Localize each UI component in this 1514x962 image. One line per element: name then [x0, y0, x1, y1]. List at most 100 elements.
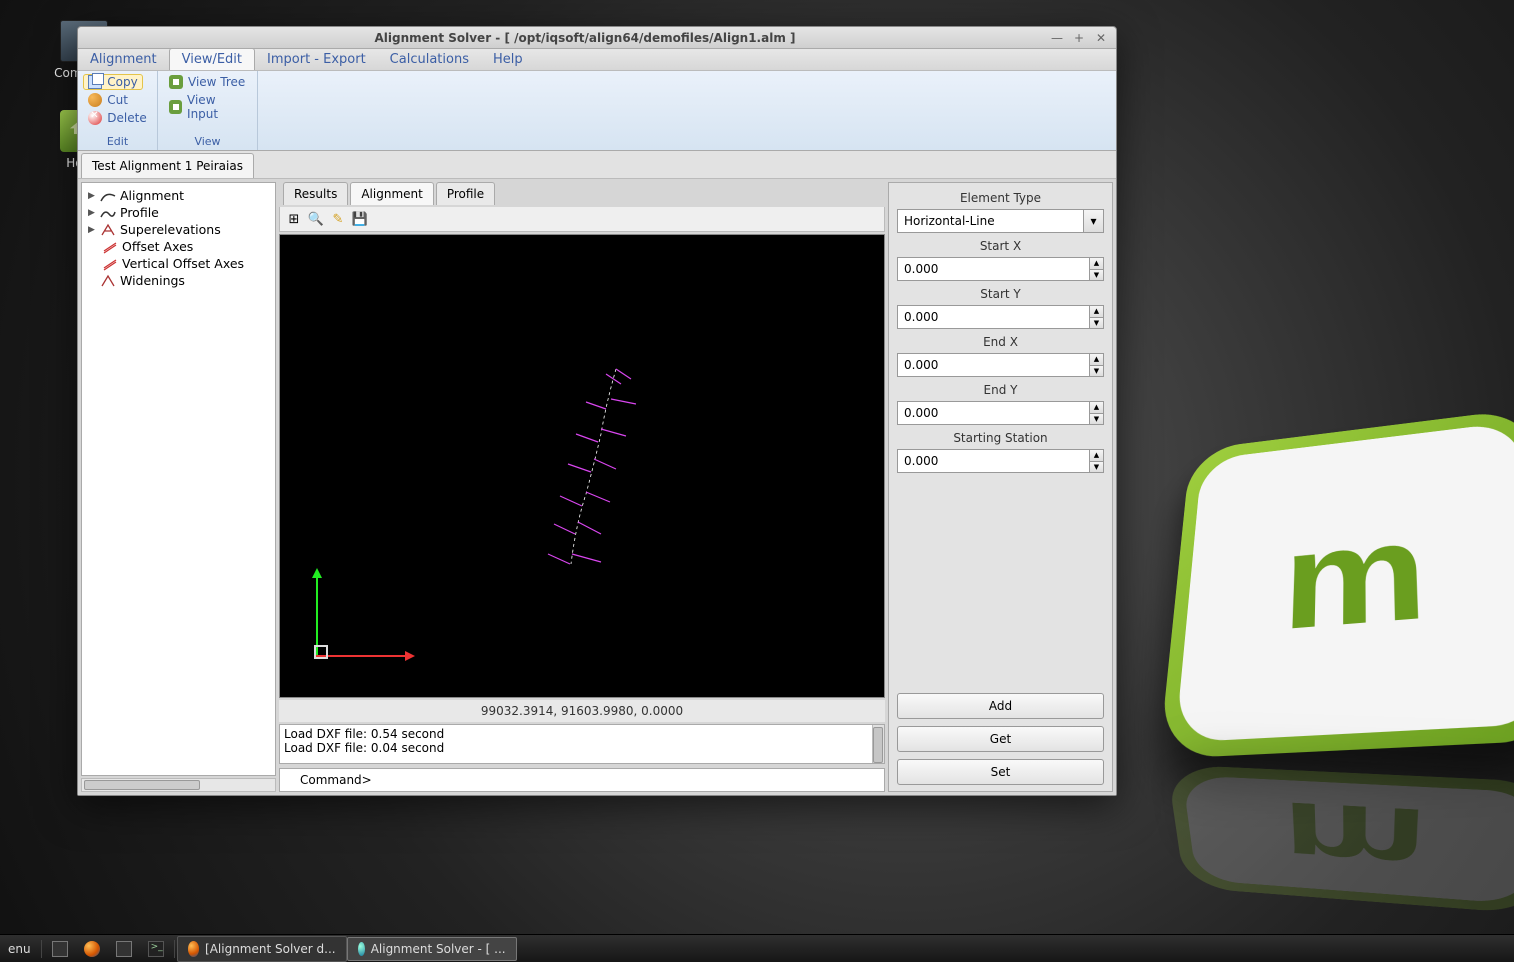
tree-icon: [169, 75, 183, 89]
zoom-icon[interactable]: 🔍: [308, 211, 324, 227]
files-launcher[interactable]: [108, 935, 140, 962]
desktop-icon: [52, 941, 68, 957]
x-axis-icon: [316, 655, 412, 657]
app-window: Alignment Solver - [ /opt/iqsoft/align64…: [77, 26, 1117, 796]
tree-superelevations[interactable]: ▶Superelevations: [82, 221, 275, 238]
menubar: Alignment View/Edit Import - Export Calc…: [78, 49, 1116, 71]
scrollbar-thumb[interactable]: [873, 727, 883, 763]
grid-icon[interactable]: ⊞: [286, 211, 302, 227]
show-desktop-button[interactable]: [44, 935, 76, 962]
edit-icon[interactable]: ✎: [330, 211, 346, 227]
ribbon-cut[interactable]: Cut: [83, 92, 133, 108]
taskbar: enu [Alignment Solver d... Alignment Sol…: [0, 934, 1514, 962]
properties-panel: Element Type Horizontal-Line ▾ Start X ▲…: [888, 182, 1113, 792]
terminal-launcher[interactable]: [140, 935, 172, 962]
offset-icon: [102, 240, 118, 254]
files-icon: [116, 941, 132, 957]
firefox-icon: [188, 941, 199, 957]
menu-import-export[interactable]: Import - Export: [255, 49, 378, 70]
ribbon: Copy Cut Delete Edit View Tree View Inpu…: [78, 71, 1116, 151]
end-y-label: End Y: [897, 383, 1104, 397]
ribbon-delete[interactable]: Delete: [83, 110, 151, 126]
end-y-input[interactable]: ▲▼: [897, 401, 1104, 425]
start-y-label: Start Y: [897, 287, 1104, 301]
end-x-input[interactable]: ▲▼: [897, 353, 1104, 377]
spinner[interactable]: ▲▼: [1089, 402, 1103, 424]
start-y-input[interactable]: ▲▼: [897, 305, 1104, 329]
tree-profile[interactable]: ▶Profile: [82, 204, 275, 221]
ribbon-group-edit-label: Edit: [107, 133, 128, 150]
taskbar-app-1[interactable]: [Alignment Solver d...: [177, 936, 347, 962]
terminal-icon: [148, 941, 164, 957]
ribbon-view-input[interactable]: View Input: [164, 92, 251, 122]
start-x-input[interactable]: ▲▼: [897, 257, 1104, 281]
start-x-label: Start X: [897, 239, 1104, 253]
mint-logo-reflection: m: [1164, 770, 1514, 910]
log-scrollbar[interactable]: [872, 725, 884, 763]
window-title: Alignment Solver - [ /opt/iqsoft/align64…: [128, 31, 1042, 45]
menu-help[interactable]: Help: [481, 49, 535, 70]
end-x-label: End X: [897, 335, 1104, 349]
save-icon[interactable]: 💾: [352, 211, 368, 227]
spinner[interactable]: ▲▼: [1089, 306, 1103, 328]
start-menu[interactable]: enu: [0, 935, 39, 962]
super-icon: [100, 223, 116, 237]
document-tab-row: Test Alignment 1 Peiraias: [78, 151, 1116, 179]
element-type-select[interactable]: Horizontal-Line ▾: [897, 209, 1104, 233]
tree-widenings[interactable]: ▶Widenings: [82, 272, 275, 289]
minimize-button[interactable]: —: [1050, 31, 1064, 45]
tree-scrollbar[interactable]: [81, 778, 276, 792]
ribbon-view-tree[interactable]: View Tree: [164, 74, 250, 90]
profile-icon: [100, 206, 116, 220]
tree-pane: ▶Alignment ▶Profile ▶Superelevations Off…: [81, 182, 276, 776]
close-button[interactable]: ✕: [1094, 31, 1108, 45]
get-button[interactable]: Get: [897, 726, 1104, 752]
set-button[interactable]: Set: [897, 759, 1104, 785]
log-panel: Load DXF file: 0.54 second Load DXF file…: [279, 724, 885, 764]
station-label: Starting Station: [897, 431, 1104, 445]
firefox-icon: [84, 941, 100, 957]
log-line: Load DXF file: 0.54 second: [284, 727, 880, 741]
scrollbar-thumb[interactable]: [84, 780, 200, 790]
voffset-icon: [102, 257, 118, 271]
origin-marker: [314, 645, 328, 659]
mint-logo: m: [1164, 400, 1514, 750]
menu-alignment[interactable]: Alignment: [78, 49, 169, 70]
alignment-icon: [100, 189, 116, 203]
chevron-down-icon[interactable]: ▾: [1083, 210, 1103, 232]
copy-icon: [88, 75, 102, 89]
station-input[interactable]: ▲▼: [897, 449, 1104, 473]
delete-icon: [88, 111, 102, 125]
tab-alignment[interactable]: Alignment: [350, 182, 433, 205]
tree-offset-axes[interactable]: Offset Axes: [82, 238, 275, 255]
ribbon-copy[interactable]: Copy: [83, 74, 142, 90]
document-tab[interactable]: Test Alignment 1 Peiraias: [81, 153, 254, 178]
cursor-coordinates: 99032.3914, 91603.9980, 0.0000: [279, 700, 885, 722]
menu-view-edit[interactable]: View/Edit: [169, 48, 255, 70]
taskbar-app-2[interactable]: Alignment Solver - [ ...: [347, 937, 517, 961]
tab-profile[interactable]: Profile: [436, 182, 495, 205]
maximize-button[interactable]: +: [1072, 31, 1086, 45]
alignment-curve: [546, 364, 666, 584]
add-button[interactable]: Add: [897, 693, 1104, 719]
tree-vertical-offset-axes[interactable]: Vertical Offset Axes: [82, 255, 275, 272]
menu-calculations[interactable]: Calculations: [378, 49, 481, 70]
spinner[interactable]: ▲▼: [1089, 258, 1103, 280]
viewport-canvas[interactable]: [279, 234, 885, 698]
log-line: Load DXF file: 0.04 second: [284, 741, 880, 755]
command-input[interactable]: Command>: [279, 768, 885, 792]
titlebar[interactable]: Alignment Solver - [ /opt/iqsoft/align64…: [78, 27, 1116, 49]
input-icon: [169, 100, 182, 114]
view-toolbar: ⊞ 🔍 ✎ 💾: [279, 207, 885, 232]
tree-alignment[interactable]: ▶Alignment: [82, 187, 275, 204]
cut-icon: [88, 93, 102, 107]
app-icon: [358, 942, 365, 956]
widening-icon: [100, 274, 116, 288]
ribbon-group-view-label: View: [194, 133, 220, 150]
spinner[interactable]: ▲▼: [1089, 354, 1103, 376]
firefox-launcher[interactable]: [76, 935, 108, 962]
element-type-label: Element Type: [897, 191, 1104, 205]
spinner[interactable]: ▲▼: [1089, 450, 1103, 472]
center-pane: Results Alignment Profile ⊞ 🔍 ✎ 💾 99032.…: [279, 182, 885, 792]
tab-results[interactable]: Results: [283, 182, 348, 205]
